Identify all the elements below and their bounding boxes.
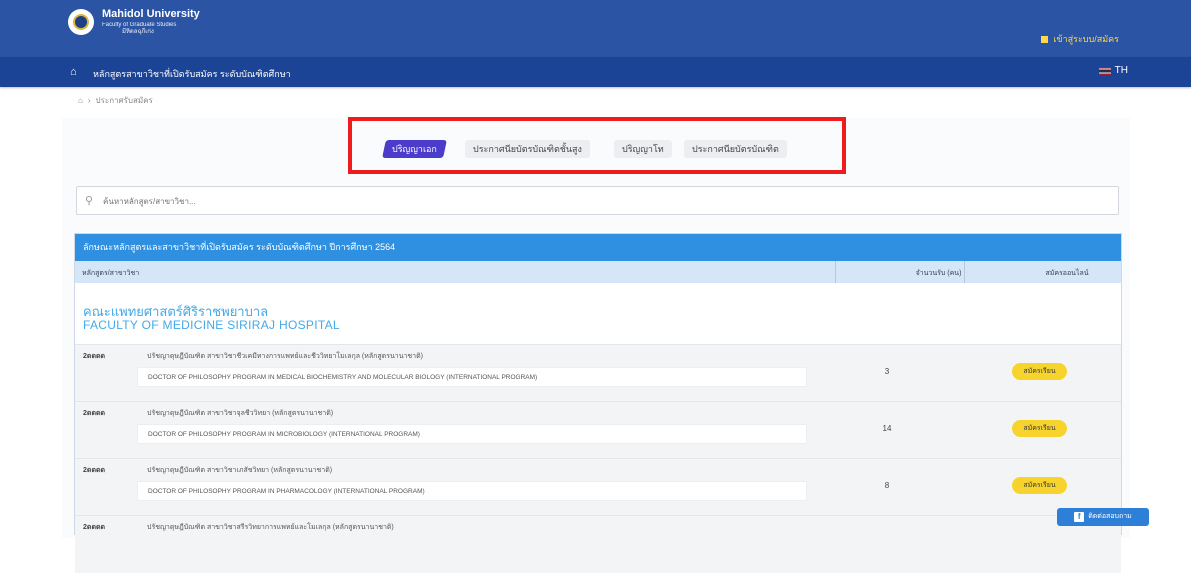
university-seal-icon: [68, 9, 94, 35]
table-row: 2ดดดด ปรัชญาดุษฎีบัณฑิต สาขาวิชาสรีรวิทย…: [75, 515, 1121, 573]
thai-flag-icon: [1098, 66, 1111, 75]
program-name-th: ปรัชญาดุษฎีบัณฑิต สาขาวิชาจุลชีววิทยา (ห…: [147, 410, 334, 417]
program-name-th: ปรัชญาดุษฎีบัณฑิต สาขาวิชาเภสัชวิทยา (หล…: [147, 467, 333, 474]
table-header: หลักสูตร/สาขาวิชา จำนวนรับ (คน) สมัครออน…: [75, 261, 1121, 283]
program-name-th: ปรัชญาดุษฎีบัณฑิต สาขาวิชาสรีรวิทยาการแพ…: [147, 524, 394, 531]
program-count: 8: [884, 481, 890, 490]
header-program: หลักสูตร/สาขาวิชา: [82, 270, 140, 277]
table-row: 2ดดดด ปรัชญาดุษฎีบัณฑิต สาขาวิชาจุลชีววิ…: [75, 401, 1121, 459]
program-code: 2ดดดด: [83, 410, 106, 417]
main-navbar: ⌂ หลักสูตรสาขาวิชาที่เปิดรับสมัคร ระดับบ…: [0, 57, 1191, 87]
language-switcher[interactable]: TH: [1098, 65, 1128, 76]
home-crumb-icon[interactable]: ⌂: [78, 96, 83, 105]
breadcrumb-separator: ›: [87, 96, 91, 105]
program-count: 3: [884, 367, 890, 376]
logo-subtitle-2: มีหิดลฉุกีเก่ง: [122, 29, 154, 35]
degree-tabs: ปริญญาเอก ประกาศนียบัตรบัณฑิตชั้นสูง ปริ…: [62, 118, 1130, 178]
search-icon: ⚲: [85, 195, 94, 207]
program-code: 2ดดดด: [83, 467, 106, 474]
apply-button[interactable]: สมัครเรียน: [1012, 363, 1067, 380]
home-icon[interactable]: ⌂: [70, 66, 77, 78]
program-count: 14: [882, 424, 892, 433]
header-apply: สมัครออนไลน์: [1045, 270, 1089, 277]
program-name-th: ปรัชญาดุษฎีบัณฑิต สาขาวิชาชีวเคมีทางการแ…: [147, 353, 423, 360]
login-link[interactable]: เข้าสู่ระบบ/สมัคร: [1041, 32, 1119, 46]
tab-higher-graduate-diploma[interactable]: ประกาศนียบัตรบัณฑิตชั้นสูง: [465, 140, 590, 158]
tab-masters[interactable]: ปริญญาโท: [614, 140, 672, 158]
program-search[interactable]: ⚲: [76, 186, 1119, 215]
program-name-en: DOCTOR OF PHILOSOPHY PROGRAM IN MEDICAL …: [148, 374, 538, 381]
chat-button-label: ติดต่อสอบถาม: [1088, 513, 1132, 520]
top-header: Mahidol University Faculty of Graduate S…: [0, 0, 1191, 57]
university-logo[interactable]: Mahidol University Faculty of Graduate S…: [68, 9, 200, 35]
logo-subtitle: Faculty of Graduate Studies: [102, 22, 177, 28]
apply-button[interactable]: สมัครเรียน: [1012, 420, 1067, 437]
table-row: 2ดดดด ปรัชญาดุษฎีบัณฑิต สาขาวิชาเภสัชวิท…: [75, 458, 1121, 516]
tab-doctoral[interactable]: ปริญญาเอก: [382, 140, 447, 158]
nav-programs-link[interactable]: หลักสูตรสาขาวิชาที่เปิดรับสมัคร ระดับบัณ…: [93, 67, 291, 81]
apply-button[interactable]: สมัครเรียน: [1012, 477, 1067, 494]
breadcrumb-current: ประกาศรับสมัคร: [95, 96, 153, 105]
program-code: 2ดดดด: [83, 524, 106, 531]
search-input[interactable]: [101, 192, 1085, 211]
program-name-en: DOCTOR OF PHILOSOPHY PROGRAM IN MICROBIO…: [148, 431, 420, 438]
breadcrumb: ⌂ › ประกาศรับสมัคร: [78, 94, 153, 107]
program-code: 2ดดดด: [83, 353, 106, 360]
language-label: TH: [1114, 65, 1128, 76]
logo-title: Mahidol University: [102, 8, 200, 20]
faculty-name-en: FACULTY OF MEDICINE SIRIRAJ HOSPITAL: [83, 318, 340, 332]
header-count: จำนวนรับ (คน): [915, 270, 962, 277]
login-link-label: เข้าสู่ระบบ/สมัคร: [1053, 34, 1119, 44]
table-row: 2ดดดด ปรัชญาดุษฎีบัณฑิต สาขาวิชาชีวเคมีท…: [75, 344, 1121, 402]
table-title: ลักษณะหลักสูตรและสาขาวิชาที่เปิดรับสมัคร…: [75, 234, 1121, 261]
contact-chat-button[interactable]: f ติดต่อสอบถาม: [1057, 508, 1149, 526]
facebook-icon: f: [1074, 512, 1085, 522]
user-icon: [1041, 35, 1049, 43]
program-name-en: DOCTOR OF PHILOSOPHY PROGRAM IN PHARMACO…: [148, 488, 425, 495]
programs-table: ลักษณะหลักสูตรและสาขาวิชาที่เปิดรับสมัคร…: [74, 233, 1122, 573]
tab-graduate-diploma[interactable]: ประกาศนียบัตรบัณฑิต: [684, 140, 787, 158]
